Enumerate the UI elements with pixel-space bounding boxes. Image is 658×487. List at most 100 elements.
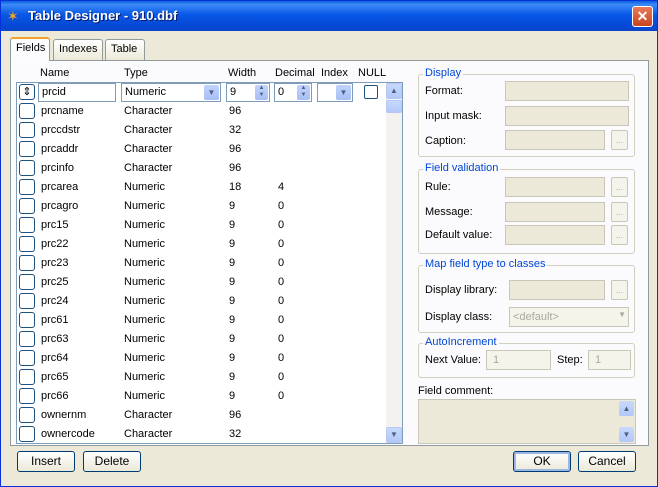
- field-decimal-cell: 4: [278, 181, 285, 193]
- delete-button[interactable]: Delete: [83, 451, 141, 472]
- field-name-cell: prc15: [41, 219, 69, 231]
- field-name-cell: prcname: [41, 105, 84, 117]
- row-selector-button[interactable]: [19, 426, 35, 442]
- validation-group-title: Field validation: [423, 162, 501, 174]
- row-selector-button[interactable]: [19, 350, 35, 366]
- field-row[interactable]: prc64 Numeric 9 0: [17, 349, 387, 368]
- display-library-input[interactable]: [509, 280, 605, 300]
- spin-arrows-icon[interactable]: ▲ ▼: [255, 85, 268, 100]
- scroll-up-icon[interactable]: ▲: [386, 83, 402, 99]
- field-type-cell: Character: [124, 105, 173, 117]
- row-selector-button[interactable]: [19, 293, 35, 309]
- row-selector-button[interactable]: [19, 179, 35, 195]
- row-selector-button[interactable]: [19, 388, 35, 404]
- row-selector-button[interactable]: [19, 103, 35, 119]
- row-selector-button[interactable]: [19, 122, 35, 138]
- field-width-cell: 32: [229, 124, 242, 136]
- field-row[interactable]: prc24 Numeric 9 0: [17, 292, 387, 311]
- current-field-row[interactable]: ⇕ prcid Numeric ▼ 9 ▲ ▼ 0 ▲ ▼ ▼: [17, 83, 387, 102]
- scroll-thumb[interactable]: [386, 100, 402, 113]
- field-type-cell: Numeric: [124, 314, 165, 326]
- field-row[interactable]: prcname Character 96: [17, 102, 387, 121]
- field-row[interactable]: prcaddr Character 96: [17, 140, 387, 159]
- close-button[interactable]: ✕: [632, 6, 653, 27]
- caption-input[interactable]: [505, 130, 605, 150]
- field-name-input[interactable]: prcid: [38, 83, 116, 102]
- message-input[interactable]: [505, 202, 605, 222]
- field-row[interactable]: prc65 Numeric 9 0: [17, 368, 387, 387]
- spin-arrows-icon[interactable]: ▲ ▼: [297, 85, 310, 100]
- field-type-cell: Character: [124, 428, 173, 440]
- field-row[interactable]: prc63 Numeric 9 0: [17, 330, 387, 349]
- row-selector-button[interactable]: [19, 198, 35, 214]
- tab-table[interactable]: Table: [105, 39, 145, 60]
- field-row[interactable]: prc23 Numeric 9 0: [17, 254, 387, 273]
- field-type-cell: Character: [124, 143, 173, 155]
- field-row[interactable]: prcinfo Character 96: [17, 159, 387, 178]
- row-selector-button[interactable]: [19, 274, 35, 290]
- field-type-cell: Numeric: [124, 219, 165, 231]
- field-name-cell: prcinfo: [41, 162, 75, 174]
- rule-builder-button[interactable]: ...: [611, 177, 628, 197]
- field-row[interactable]: prc61 Numeric 9 0: [17, 311, 387, 330]
- caption-builder-button[interactable]: ...: [611, 130, 628, 150]
- chevron-down-icon[interactable]: ▼: [204, 85, 219, 100]
- field-row[interactable]: prc25 Numeric 9 0: [17, 273, 387, 292]
- scroll-down-icon[interactable]: ▼: [619, 427, 634, 442]
- ok-button[interactable]: OK: [513, 451, 571, 472]
- chevron-down-icon[interactable]: ▼: [618, 310, 626, 319]
- field-decimal-stepper[interactable]: 0 ▲ ▼: [274, 83, 312, 102]
- field-comment-textarea[interactable]: ▲ ▼: [418, 399, 636, 444]
- default-value-input[interactable]: [505, 225, 605, 245]
- field-row[interactable]: prc15 Numeric 9 0: [17, 216, 387, 235]
- row-selector-button[interactable]: [19, 255, 35, 271]
- row-selector-button[interactable]: [19, 236, 35, 252]
- field-name-cell: ownernm: [41, 409, 87, 421]
- step-stepper[interactable]: 1: [588, 350, 631, 370]
- field-decimal-cell: 0: [278, 390, 285, 402]
- next-value-value: 1: [493, 354, 500, 366]
- format-input[interactable]: [505, 81, 629, 101]
- row-selector-button[interactable]: [19, 407, 35, 423]
- column-header-name: Name: [40, 67, 70, 79]
- field-row[interactable]: prcarea Numeric 18 4: [17, 178, 387, 197]
- chevron-down-icon[interactable]: ▼: [336, 85, 351, 100]
- next-value-stepper[interactable]: 1: [486, 350, 551, 370]
- display-class-select[interactable]: <default> ▼: [509, 307, 629, 327]
- null-checkbox[interactable]: [364, 85, 378, 99]
- row-selector-button[interactable]: [19, 141, 35, 157]
- field-row[interactable]: prcagro Numeric 9 0: [17, 197, 387, 216]
- field-row[interactable]: prc22 Numeric 9 0: [17, 235, 387, 254]
- row-selector-button[interactable]: [19, 217, 35, 233]
- input-mask-input[interactable]: [505, 106, 629, 126]
- field-type-cell: Numeric: [124, 333, 165, 345]
- field-width-cell: 9: [229, 352, 236, 364]
- field-row[interactable]: prccdstr Character 32: [17, 121, 387, 140]
- default-value-builder-button[interactable]: ...: [611, 225, 628, 245]
- display-library-builder-button[interactable]: ...: [611, 280, 628, 300]
- field-type-select[interactable]: Numeric ▼: [121, 83, 221, 102]
- message-builder-button[interactable]: ...: [611, 202, 628, 222]
- message-label: Message:: [425, 206, 473, 218]
- field-index-select[interactable]: ▼: [317, 83, 353, 102]
- insert-button[interactable]: Insert: [17, 451, 75, 472]
- row-selector-button[interactable]: [19, 331, 35, 347]
- field-decimal-cell: 0: [278, 276, 285, 288]
- rule-label: Rule:: [425, 181, 451, 193]
- title-bar[interactable]: ✶ Table Designer - 910.dbf ✕: [1, 1, 657, 31]
- tab-fields[interactable]: Fields: [10, 37, 50, 61]
- cancel-button[interactable]: Cancel: [578, 451, 636, 472]
- field-row[interactable]: prc66 Numeric 9 0: [17, 387, 387, 406]
- row-selector-button[interactable]: [19, 160, 35, 176]
- tab-indexes[interactable]: Indexes: [53, 39, 103, 60]
- row-mover-button[interactable]: ⇕: [19, 84, 35, 100]
- scroll-down-icon[interactable]: ▼: [386, 427, 402, 443]
- field-row[interactable]: ownernm Character 96: [17, 406, 387, 425]
- row-selector-button[interactable]: [19, 369, 35, 385]
- field-row[interactable]: ownercode Character 32: [17, 425, 387, 444]
- rule-input[interactable]: [505, 177, 605, 197]
- row-selector-button[interactable]: [19, 312, 35, 328]
- grid-scrollbar[interactable]: ▲ ▼: [386, 83, 402, 443]
- scroll-up-icon[interactable]: ▲: [619, 401, 634, 416]
- field-width-stepper[interactable]: 9 ▲ ▼: [226, 83, 270, 102]
